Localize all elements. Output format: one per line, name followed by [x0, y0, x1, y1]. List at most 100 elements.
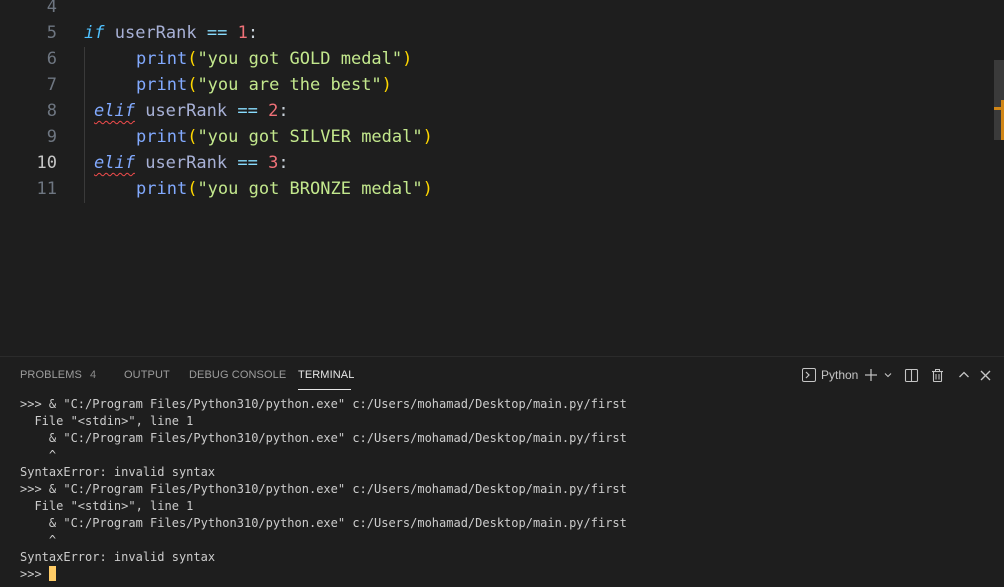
code-token: )	[402, 49, 413, 69]
code-text: elif userRank == 2:	[94, 98, 289, 124]
code-token: )	[422, 127, 433, 147]
line-number: 9	[46, 127, 57, 147]
code-text: print("you got BRONZE medal")	[136, 176, 433, 202]
code-token: (	[187, 75, 198, 95]
plus-icon	[865, 369, 877, 381]
problems-count-badge: 4	[90, 369, 97, 381]
code-line[interactable]: 6 print("you got GOLD medal")	[0, 46, 990, 72]
chevron-down-icon	[884, 373, 892, 378]
code-text: print("you got SILVER medal")	[136, 124, 433, 150]
code-token: userRank	[145, 153, 228, 173]
code-token: 2	[268, 101, 279, 121]
terminal-line: SyntaxError: invalid syntax	[20, 465, 216, 479]
code-line[interactable]: 11 print("you got BRONZE medal")	[0, 176, 990, 202]
code-token: userRank	[114, 23, 197, 43]
terminal-line: >>> & "C:/Program Files/Python310/python…	[20, 397, 627, 411]
code-token: "you got SILVER medal"	[197, 127, 423, 147]
code-token: )	[422, 179, 433, 199]
terminal-cursor	[48, 566, 56, 581]
code-token: :	[278, 101, 289, 121]
code-text: elif userRank == 3:	[94, 150, 289, 176]
terminal-icon	[802, 368, 816, 382]
line-number: 11	[36, 179, 57, 199]
code-token: ==	[206, 23, 228, 43]
code-line[interactable]: 10 elif userRank == 3:	[0, 150, 990, 176]
code-token: userRank	[145, 101, 228, 121]
code-text: print("you are the best")	[136, 72, 392, 98]
active-tab-indicator	[298, 389, 351, 390]
line-number: 8	[46, 101, 57, 121]
split-icon	[904, 368, 919, 382]
panel-tabs: PROBLEMS 4 OUTPUT DEBUG CONSOLE TERMINAL…	[0, 357, 1004, 395]
tab-debug-console[interactable]: DEBUG CONSOLE	[189, 369, 286, 381]
add-terminal-button[interactable]	[864, 365, 878, 385]
code-token: :	[278, 153, 289, 173]
bottom-panel: PROBLEMS 4 OUTPUT DEBUG CONSOLE TERMINAL…	[0, 356, 1004, 587]
code-token: :	[247, 23, 259, 43]
close-icon	[980, 370, 991, 380]
line-number: 10	[36, 153, 57, 173]
code-editor[interactable]: 4 5 if userRank == 1: 6 print("you got GOLD …	[0, 0, 1004, 356]
terminal-line: & "C:/Program Files/Python310/python.exe…	[20, 516, 627, 530]
terminal-dropdown-button[interactable]	[883, 365, 893, 385]
code-line[interactable]: 9 print("you got SILVER medal")	[0, 124, 990, 150]
code-token: print	[136, 179, 188, 199]
line-number: 6	[46, 49, 57, 69]
code-token: "you got GOLD medal"	[197, 49, 403, 69]
code-token: if	[84, 23, 105, 43]
close-panel-button[interactable]	[979, 365, 992, 385]
code-token: print	[136, 49, 188, 69]
code-token: elif	[94, 153, 135, 173]
terminal-prompt: >>>	[20, 567, 49, 581]
terminal-line: SyntaxError: invalid syntax	[20, 550, 216, 564]
line-number: 4	[46, 0, 57, 17]
code-line[interactable]: 4	[0, 0, 990, 20]
code-token: "you got BRONZE medal"	[197, 179, 423, 199]
maximize-panel-button[interactable]	[957, 365, 971, 385]
code-token: ==	[237, 101, 258, 121]
terminal-line: & "C:/Program Files/Python310/python.exe…	[20, 431, 627, 445]
split-terminal-button[interactable]	[904, 365, 919, 385]
tab-problems[interactable]: PROBLEMS	[20, 369, 82, 381]
trash-icon	[932, 368, 943, 382]
code-line[interactable]: 8 elif userRank == 2:	[0, 98, 990, 124]
terminal-lines: >>> & "C:/Program Files/Python310/python…	[20, 396, 1000, 566]
terminal-line: File "<stdin>", line 1	[20, 414, 194, 428]
indent-guide	[84, 47, 85, 203]
code-token: ==	[237, 153, 258, 173]
code-token: (	[187, 127, 198, 147]
code-token: 3	[268, 153, 279, 173]
line-number: 5	[46, 23, 57, 43]
code-token: (	[187, 49, 198, 69]
tab-output[interactable]: OUTPUT	[124, 369, 170, 381]
terminal-line: >>> & "C:/Program Files/Python310/python…	[20, 482, 627, 496]
terminal-line: File "<stdin>", line 1	[20, 499, 194, 513]
terminal-output[interactable]: >>> & "C:/Program Files/Python310/python…	[20, 396, 1000, 583]
code-token: print	[136, 127, 188, 147]
code-token: (	[187, 179, 198, 199]
kill-terminal-button[interactable]	[930, 365, 945, 385]
code-token: print	[136, 75, 188, 95]
chevron-up-icon	[959, 371, 969, 378]
code-line[interactable]: 7 print("you are the best")	[0, 72, 990, 98]
line-number: 7	[46, 75, 57, 95]
terminal-line: ^	[20, 533, 57, 547]
terminal-profile-label: Python	[821, 368, 859, 382]
code-token: )	[381, 75, 392, 95]
terminal-line: ^	[20, 448, 57, 462]
code-text: if userRank == 1:	[84, 20, 258, 46]
code-line[interactable]: 5 if userRank == 1:	[0, 20, 990, 46]
code-text: print("you got GOLD medal")	[136, 46, 412, 72]
tab-terminal[interactable]: TERMINAL	[298, 369, 354, 381]
code-token: "you are the best"	[197, 75, 382, 95]
terminal-profile-button[interactable]: Python	[802, 365, 858, 385]
terminal-prompt-line[interactable]: >>>	[20, 566, 1000, 583]
